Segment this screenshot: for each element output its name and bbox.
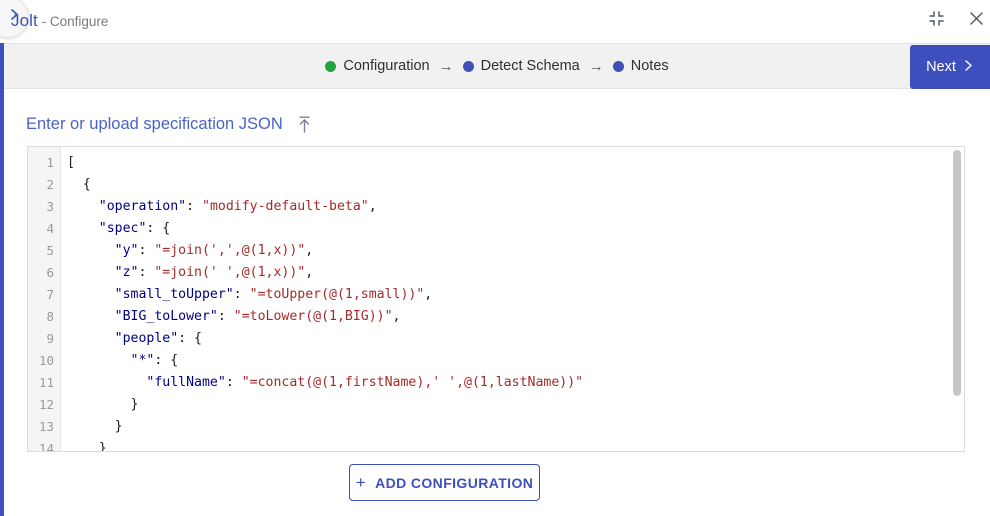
step-separator-2: → — [587, 58, 606, 75]
editor-line-number: 9 — [28, 328, 60, 350]
editor-line-number: 13 — [28, 416, 60, 438]
editor-line-number-gutter: 1234567891011121314 — [28, 147, 61, 451]
editor-line-number: 11 — [28, 372, 60, 394]
close-x-icon — [968, 10, 985, 32]
editor-code-line: } — [62, 416, 964, 438]
editor-code-line: "y": "=join(',',@(1,x))", — [62, 240, 964, 262]
step-dot-notes — [613, 61, 624, 72]
step-configuration[interactable]: Configuration — [325, 58, 429, 74]
editor-code-line: "*": { — [62, 350, 964, 372]
close-button[interactable] — [962, 7, 990, 35]
editor-line-number: 14 — [28, 438, 60, 452]
step-label-detect-schema: Detect Schema — [481, 58, 580, 74]
chevron-right-icon — [963, 59, 974, 76]
editor-code-line: } — [62, 394, 964, 416]
add-configuration-label: ADD CONFIGURATION — [375, 475, 533, 491]
jolt-configure-panel: Jolt - Configure — [0, 0, 990, 516]
editor-code-line: "people": { — [62, 328, 964, 350]
editor-line-number: 2 — [28, 174, 60, 196]
page-title: Jolt - Configure — [11, 11, 108, 31]
step-dot-detect-schema — [463, 61, 474, 72]
editor-line-number: 3 — [28, 196, 60, 218]
panel-left-accent-rail — [0, 36, 4, 516]
title-bar: Jolt - Configure — [0, 0, 990, 43]
next-button[interactable]: Next — [910, 45, 990, 89]
editor-code-line: "BIG_toLower": "=toLower(@(1,BIG))", — [62, 306, 964, 328]
editor-code-area[interactable]: [ { "operation": "modify-default-beta", … — [62, 147, 964, 451]
editor-line-number: 5 — [28, 240, 60, 262]
wizard-step-bar: Configuration → Detect Schema → Notes — [4, 43, 990, 89]
spec-section-header: Enter or upload specification JSON — [26, 115, 312, 134]
wizard-steps: Configuration → Detect Schema → Notes — [4, 44, 990, 88]
step-label-configuration: Configuration — [343, 58, 429, 74]
spec-section-label: Enter or upload specification JSON — [26, 115, 283, 134]
app-subtitle: - Configure — [38, 14, 109, 29]
next-button-label: Next — [926, 59, 956, 75]
editor-scrollbar-thumb[interactable] — [953, 150, 961, 396]
editor-code-line: "small_toUpper": "=toUpper(@(1,small))", — [62, 284, 964, 306]
editor-line-number: 7 — [28, 284, 60, 306]
editor-line-number: 4 — [28, 218, 60, 240]
app-name: Jolt — [11, 11, 38, 30]
step-label-notes: Notes — [631, 58, 669, 74]
editor-code-line: "operation": "modify-default-beta", — [62, 196, 964, 218]
json-spec-editor[interactable]: 1234567891011121314 [ { "operation": "mo… — [27, 146, 965, 452]
collapse-inward-icon — [928, 10, 945, 32]
step-dot-configuration — [325, 61, 336, 72]
step-separator-1: → — [437, 58, 456, 75]
editor-line-number: 1 — [28, 152, 60, 174]
editor-line-number: 8 — [28, 306, 60, 328]
editor-code-line: { — [62, 174, 964, 196]
plus-icon: + — [356, 474, 366, 491]
editor-line-number: 6 — [28, 262, 60, 284]
step-notes[interactable]: Notes — [613, 58, 669, 74]
editor-code-line: "spec": { — [62, 218, 964, 240]
editor-code-line: "fullName": "=concat(@(1,firstName),' ',… — [62, 372, 964, 394]
add-configuration-button[interactable]: + ADD CONFIGURATION — [349, 464, 540, 501]
step-detect-schema[interactable]: Detect Schema — [463, 58, 580, 74]
collapse-button[interactable] — [922, 7, 950, 35]
upload-arrow-icon[interactable] — [297, 116, 312, 133]
editor-code-line: } — [62, 438, 964, 452]
editor-code-line: [ — [62, 152, 964, 174]
editor-line-number: 12 — [28, 394, 60, 416]
editor-code-line: "z": "=join(' ',@(1,x))", — [62, 262, 964, 284]
editor-line-number: 10 — [28, 350, 60, 372]
